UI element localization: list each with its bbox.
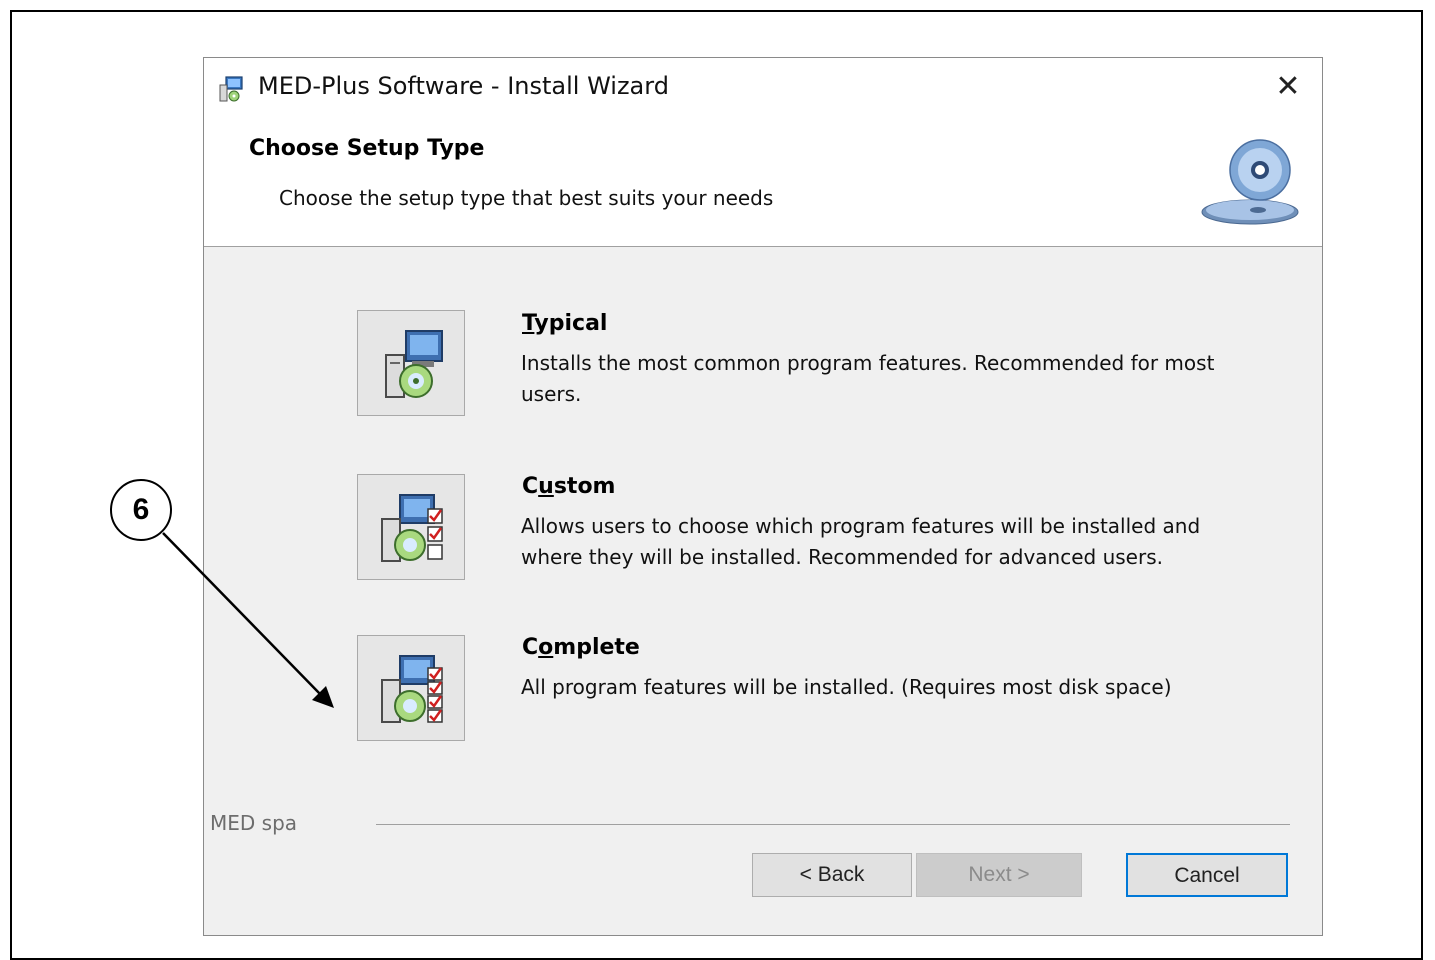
callout-arrow [162,532,334,708]
